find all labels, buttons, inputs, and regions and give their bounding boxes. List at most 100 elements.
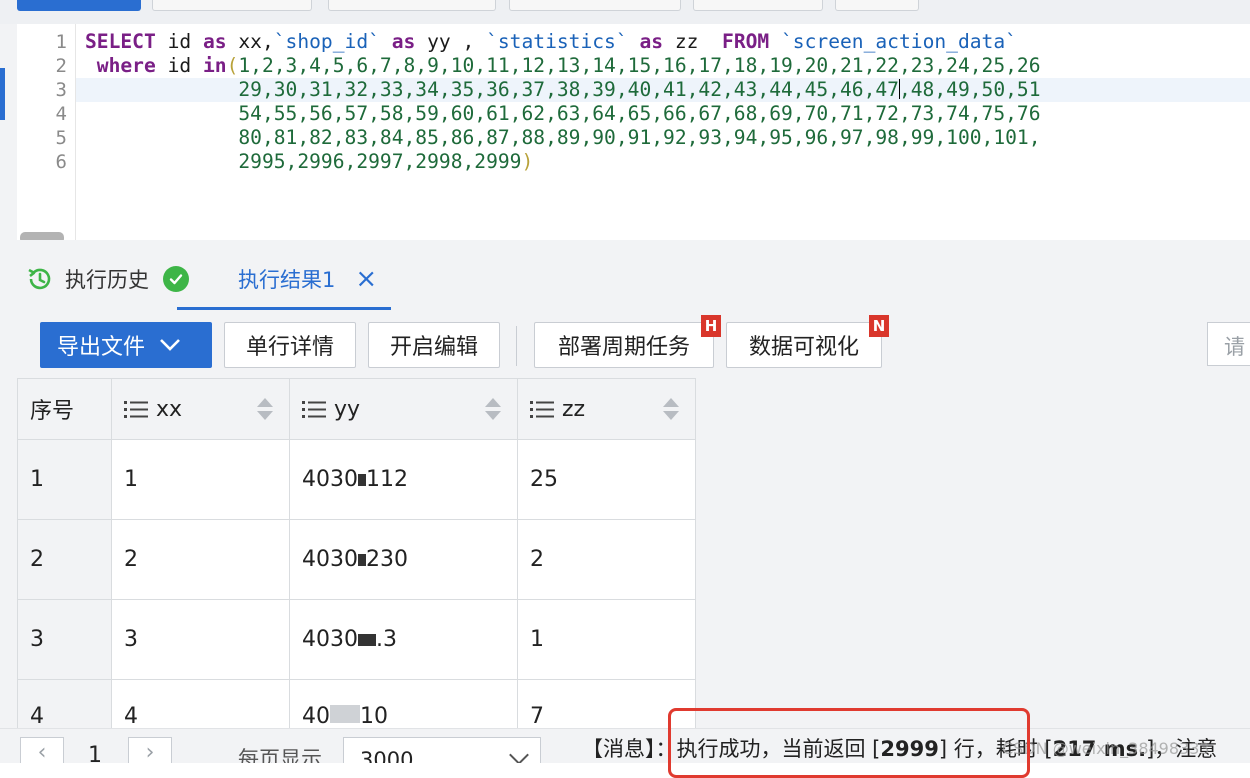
row-seq-cell: 3 — [17, 599, 112, 680]
yy-value-part: 10 — [360, 704, 388, 729]
sort-icon[interactable] — [257, 398, 273, 420]
sql-keyword: FROM — [722, 30, 770, 53]
code-line-2: where id in(1,2,3,4,5,6,7,8,9,10,11,12,1… — [85, 54, 1041, 78]
chevron-down-icon — [509, 745, 529, 763]
column-header-zz[interactable]: zz — [517, 378, 696, 440]
sql-identifier: `statistics` — [486, 30, 628, 53]
list-icon — [530, 401, 554, 418]
column-header-label: xx — [156, 396, 183, 422]
line-number: 5 — [55, 127, 67, 149]
code-line-6: 2995,2996,2997,2998,2999) — [85, 150, 533, 174]
table-row[interactable]: 4 4 40 10 7 — [17, 679, 696, 730]
sql-keyword: as — [391, 30, 416, 53]
top-tab[interactable] — [509, 0, 681, 11]
top-tab[interactable] — [328, 0, 496, 11]
code-line-4: 54,55,56,57,58,59,60,61,62,63,64,65,66,6… — [85, 102, 1041, 126]
row-detail-button[interactable]: 单行详情 — [224, 322, 356, 368]
export-file-button[interactable]: 导出文件 — [40, 322, 212, 368]
list-icon — [302, 401, 326, 418]
table-row[interactable]: 3 3 4030 .3 1 — [17, 599, 696, 680]
line-number: 3 — [55, 79, 67, 101]
data-visualization-button[interactable]: 数据可视化 N — [726, 315, 889, 368]
next-page-button[interactable]: › — [128, 737, 172, 763]
new-badge: N — [869, 315, 889, 337]
result-grid: 序号 xx yy zz 1 1 4030 112 25 2 2 4030 230… — [17, 378, 696, 730]
line-number: 1 — [55, 31, 67, 53]
line-number: 2 — [55, 55, 67, 77]
column-header-seq: 序号 — [17, 378, 112, 440]
deploy-periodic-task-label: 部署周期任务 — [557, 335, 690, 360]
cell-xx[interactable]: 2 — [111, 519, 290, 600]
yy-value-part: 230 — [366, 547, 408, 572]
page-size-select[interactable]: 3000 — [343, 737, 541, 763]
current-page-number[interactable]: 1 — [88, 743, 102, 763]
sql-identifier: `screen_action_data` — [781, 30, 1017, 53]
cell-yy[interactable]: 40 10 — [289, 679, 518, 730]
line-number-gutter: 1 2 3 4 5 6 — [17, 24, 76, 240]
column-header-label: yy — [334, 396, 361, 422]
redaction-mask — [358, 634, 376, 646]
code-line-3: 29,30,31,32,33,34,35,36,37,38,39,40,41,4… — [85, 78, 1041, 102]
row-seq-cell: 2 — [17, 519, 112, 600]
column-header-xx[interactable]: xx — [111, 378, 290, 440]
redaction-mask — [358, 554, 366, 566]
search-input[interactable]: 请 — [1207, 322, 1250, 366]
cell-zz[interactable]: 25 — [517, 439, 696, 520]
sql-identifier: `shop_id` — [273, 30, 380, 53]
sql-numbers: 54,55,56,57,58,59,60,61,62,63,64,65,66,6… — [238, 102, 1041, 125]
deploy-periodic-task-button[interactable]: 部署周期任务 H — [534, 315, 721, 368]
close-tab-icon[interactable]: × — [355, 266, 377, 292]
redaction-mask — [358, 474, 366, 486]
table-row[interactable]: 2 2 4030 230 2 — [17, 519, 696, 600]
row-seq-cell: 1 — [17, 439, 112, 520]
cell-xx[interactable]: 3 — [111, 599, 290, 680]
sql-editor[interactable]: 1 2 3 4 5 6 SELECT id as xx,`shop_id` as… — [17, 24, 1250, 240]
sql-keyword: where — [96, 54, 156, 77]
cell-zz[interactable]: 2 — [517, 519, 696, 600]
annotation-highlight-box — [668, 708, 1030, 778]
sql-text: yy , — [415, 30, 487, 53]
line-number: 4 — [55, 103, 67, 125]
sql-keyword: as — [639, 30, 664, 53]
result-toolbar: 导出文件 单行详情 开启编辑 部署周期任务 H 数据可视化 N 请 — [17, 312, 1250, 378]
hot-badge: H — [701, 315, 721, 337]
top-tab[interactable] — [835, 0, 919, 11]
cell-xx[interactable]: 4 — [111, 679, 290, 730]
column-header-yy[interactable]: yy — [289, 378, 518, 440]
page-size-value: 3000 — [360, 748, 414, 763]
sql-keyword: as — [202, 30, 227, 53]
yy-value-part: .3 — [376, 627, 397, 652]
sql-paren: ( — [226, 54, 239, 77]
toolbar-divider — [516, 326, 517, 366]
enable-edit-button[interactable]: 开启编辑 — [368, 322, 500, 368]
data-visualization-label: 数据可视化 — [748, 335, 859, 360]
sort-icon[interactable] — [663, 398, 679, 420]
sql-text: id — [155, 54, 203, 77]
top-toolbar-strip — [0, 0, 1250, 24]
yy-value-part: 4030 — [302, 627, 358, 652]
result-tabs: 执行历史 执行结果1 × — [17, 240, 1250, 312]
sql-numbers: 2995,2996,2997,2998,2999 — [238, 150, 522, 173]
top-tab[interactable] — [693, 0, 823, 11]
left-rail — [0, 24, 18, 762]
cell-xx[interactable]: 1 — [111, 439, 290, 520]
cell-yy[interactable]: 4030 112 — [289, 439, 518, 520]
top-tab-active[interactable] — [17, 0, 141, 11]
sql-numbers: ,48,49,50,51 — [898, 78, 1041, 101]
cell-yy[interactable]: 4030 230 — [289, 519, 518, 600]
tab-result-1[interactable]: 执行结果1 × — [177, 251, 391, 310]
yy-value-part: 4030 — [302, 547, 358, 572]
prev-page-button[interactable]: ‹ — [20, 737, 64, 763]
sql-text: id — [155, 30, 203, 53]
left-rail-active-marker — [0, 68, 5, 120]
per-page-label: 每页显示 — [238, 747, 322, 763]
table-row[interactable]: 1 1 4030 112 25 — [17, 439, 696, 520]
yy-value-part: 4030 — [302, 467, 358, 492]
sort-icon[interactable] — [485, 398, 501, 420]
top-tab[interactable] — [152, 0, 312, 11]
sql-keyword: SELECT — [85, 30, 156, 53]
cell-yy[interactable]: 4030 .3 — [289, 599, 518, 680]
chevron-down-icon — [160, 339, 180, 351]
sql-paren: ) — [521, 150, 534, 173]
cell-zz[interactable]: 1 — [517, 599, 696, 680]
